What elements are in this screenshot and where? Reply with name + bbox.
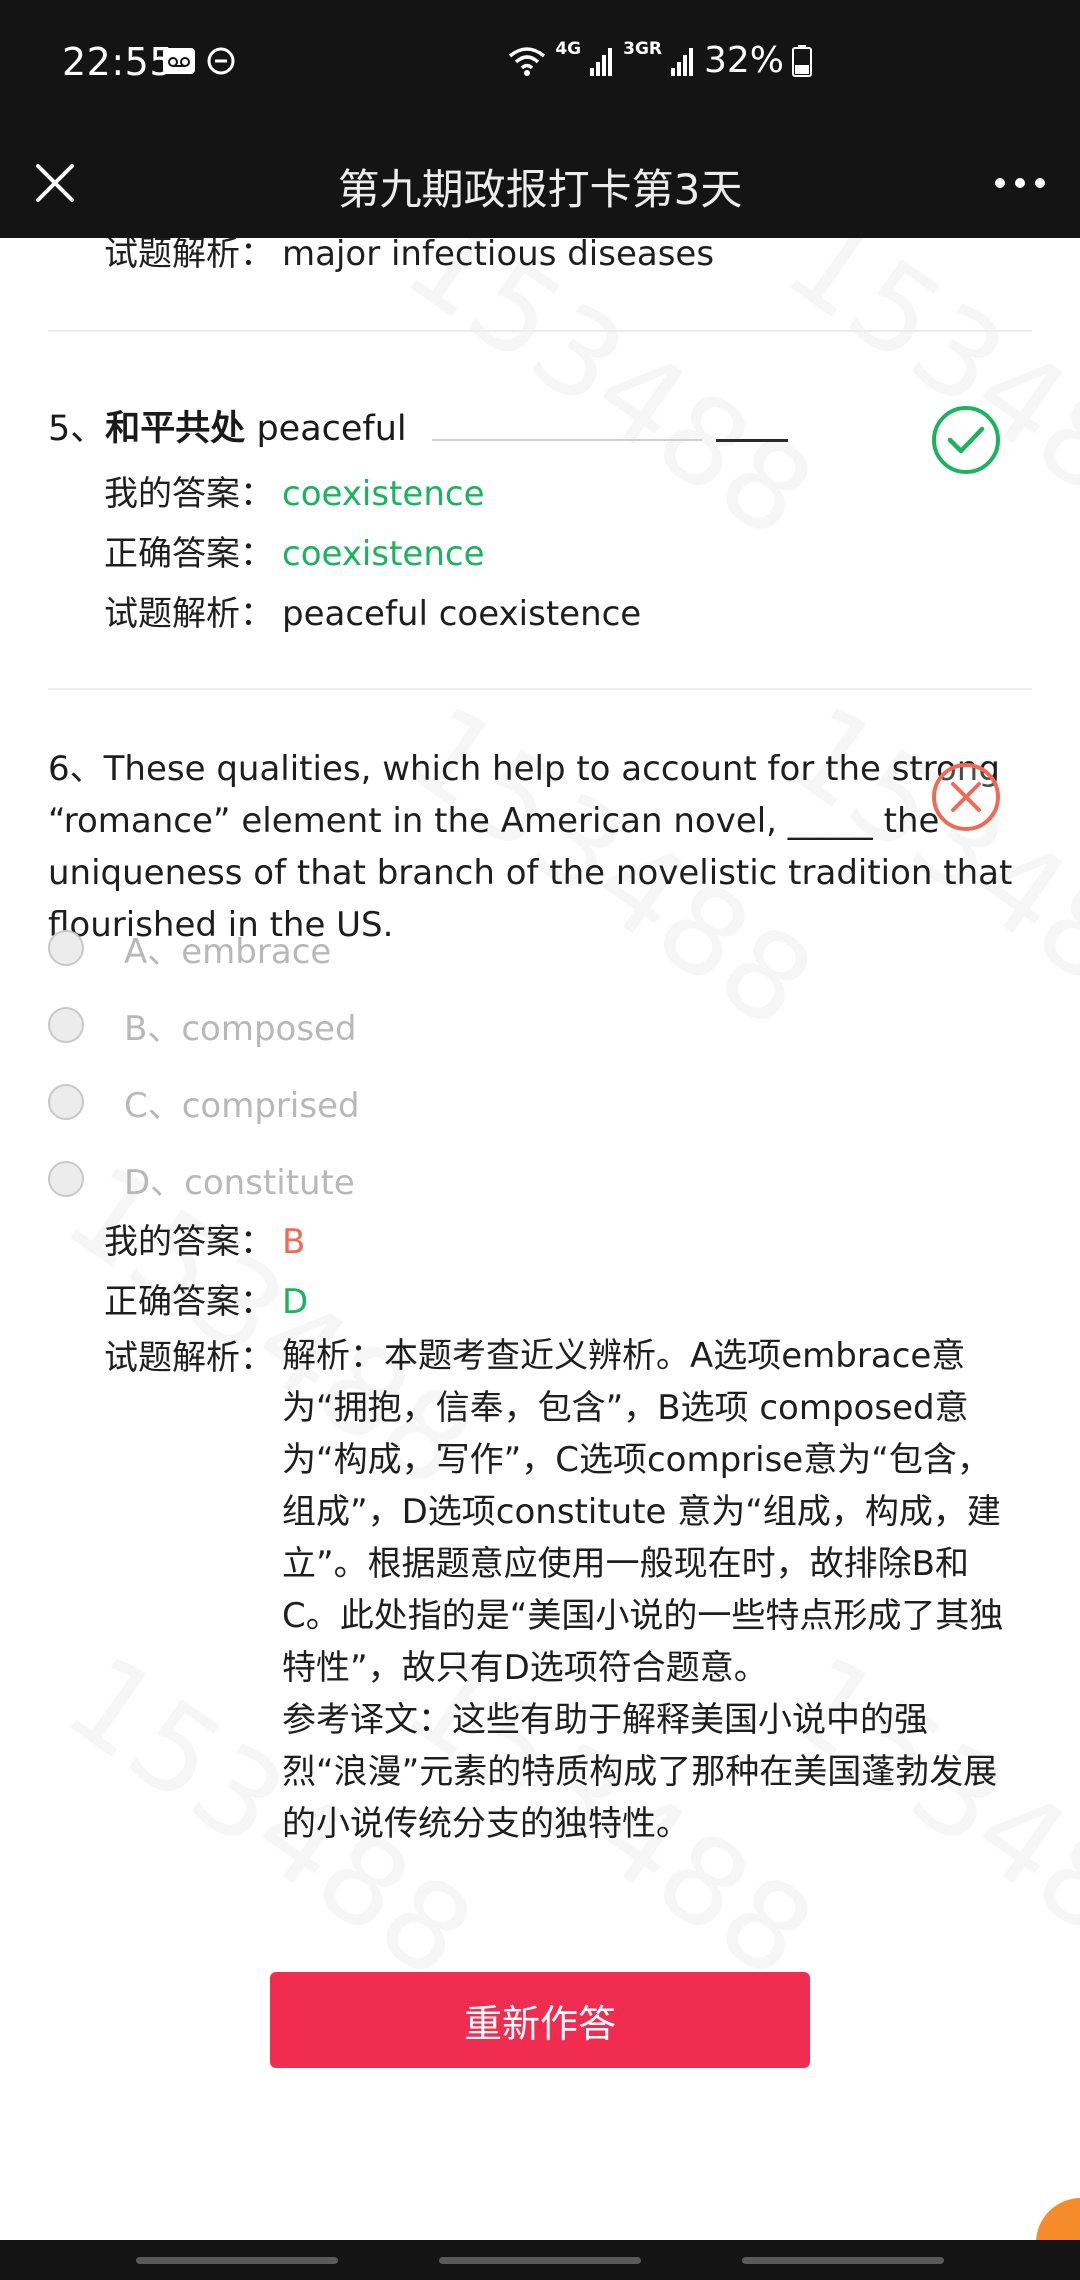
battery-percent: 32% [703, 40, 784, 81]
option-b[interactable]: B、composed [48, 1005, 357, 1049]
analysis-text: 解析：本题考查近义辨析。A选项embrace意为“拥抱，信奉，包含”，B选项 c… [282, 1336, 1004, 1688]
nav-bar: 第九期政报打卡第3天 [0, 128, 1080, 238]
answer-blank [431, 439, 702, 441]
option-label: B、composed [124, 1008, 357, 1049]
option-label: A、embrace [124, 931, 332, 972]
option-c[interactable]: C、comprised [48, 1082, 360, 1126]
quiz-content[interactable]: 153488 153488 153488 153488 153488 15348… [0, 238, 1080, 2240]
wifi-icon [509, 46, 546, 76]
my-answer-row: 我的答案： coexistence [104, 466, 485, 515]
option-a[interactable]: A、embrace [48, 928, 331, 972]
status-time: 22:55 [62, 40, 175, 84]
battery-icon [792, 44, 812, 77]
option-label: D、constitute [124, 1162, 355, 1203]
question-6-text: 6、These qualities, which help to account… [48, 743, 1038, 951]
redo-answer-button[interactable]: 重新作答 [270, 1972, 810, 2068]
more-icon [995, 178, 1045, 188]
more-button[interactable] [982, 150, 1058, 216]
option-d[interactable]: D、constitute [48, 1159, 355, 1203]
question-number: 5、 [48, 409, 106, 449]
analysis-text: peaceful coexistence [282, 594, 642, 634]
correct-check-icon [932, 406, 1000, 474]
analysis-text: major infectious diseases [282, 238, 715, 274]
analysis-body: 解析：本题考查近义辨析。A选项embrace意为“拥抱，信奉，包含”，B选项 c… [282, 1330, 1012, 1850]
question-keyword: 和平共处 [105, 409, 246, 449]
divider [48, 688, 1032, 690]
correct-answer-label: 正确答案： [104, 534, 274, 574]
my-answer-label: 我的答案： [104, 474, 274, 514]
question-number: 6、 [48, 749, 104, 789]
signal-bars-icon [670, 47, 693, 76]
analysis-row: 试题解析： peaceful coexistence [104, 586, 641, 635]
prev-analysis-row: 试题解析： major infectious diseases [104, 238, 714, 275]
question-prompt: peaceful [256, 409, 407, 449]
divider [48, 330, 1032, 332]
analysis-label: 试题解析： [104, 594, 274, 634]
correct-answer-row: 正确答案： D [104, 1274, 308, 1323]
analysis-label: 试题解析： [104, 1338, 274, 1378]
bottom-nav-bar [0, 2240, 1080, 2280]
my-answer-value: B [282, 1222, 306, 1262]
question-body: These qualities, which help to account f… [48, 749, 1013, 945]
network-4g-label: 4G [555, 38, 582, 59]
my-answer-value: coexistence [282, 474, 485, 514]
my-answer-label: 我的答案： [104, 1222, 274, 1262]
option-label: C、comprised [124, 1085, 360, 1126]
floating-action-icon[interactable] [1036, 2198, 1080, 2240]
signal-bars-icon [590, 47, 613, 76]
radio-button[interactable] [48, 1161, 84, 1197]
do-not-disturb-icon [207, 47, 235, 75]
radio-button[interactable] [48, 1084, 84, 1120]
status-bar: 22:55 4G 3GR 32% [0, 0, 1080, 128]
wrong-x-icon [932, 763, 1000, 831]
status-right-group: 4G 3GR 32% [507, 38, 812, 81]
question-5-title: 5、和平共处 peaceful [48, 400, 788, 451]
correct-answer-row: 正确答案： coexistence [104, 526, 485, 575]
correct-answer-label: 正确答案： [104, 1282, 274, 1322]
status-notification-icons [162, 46, 236, 76]
analysis-label: 试题解析： [104, 238, 274, 274]
translation-text: 参考译文：这些有助于解释美国小说中的强烈“浪漫”元素的特质构成了那种在美国蓬勃发… [282, 1700, 998, 1844]
correct-answer-value: D [282, 1282, 309, 1322]
nav-handle[interactable] [742, 2257, 944, 2264]
my-answer-row: 我的答案： B [104, 1214, 305, 1263]
nav-handle[interactable] [136, 2257, 338, 2264]
watermark: 153488 [762, 238, 1080, 566]
radio-button[interactable] [48, 1007, 84, 1043]
answer-blank-underline [715, 438, 788, 442]
page-title: 第九期政报打卡第3天 [337, 165, 743, 214]
network-3g-label: 3GR [623, 38, 662, 59]
correct-answer-value: coexistence [282, 534, 485, 574]
radio-button[interactable] [48, 930, 84, 966]
nav-handle[interactable] [439, 2257, 641, 2264]
voicemail-icon [163, 48, 195, 74]
